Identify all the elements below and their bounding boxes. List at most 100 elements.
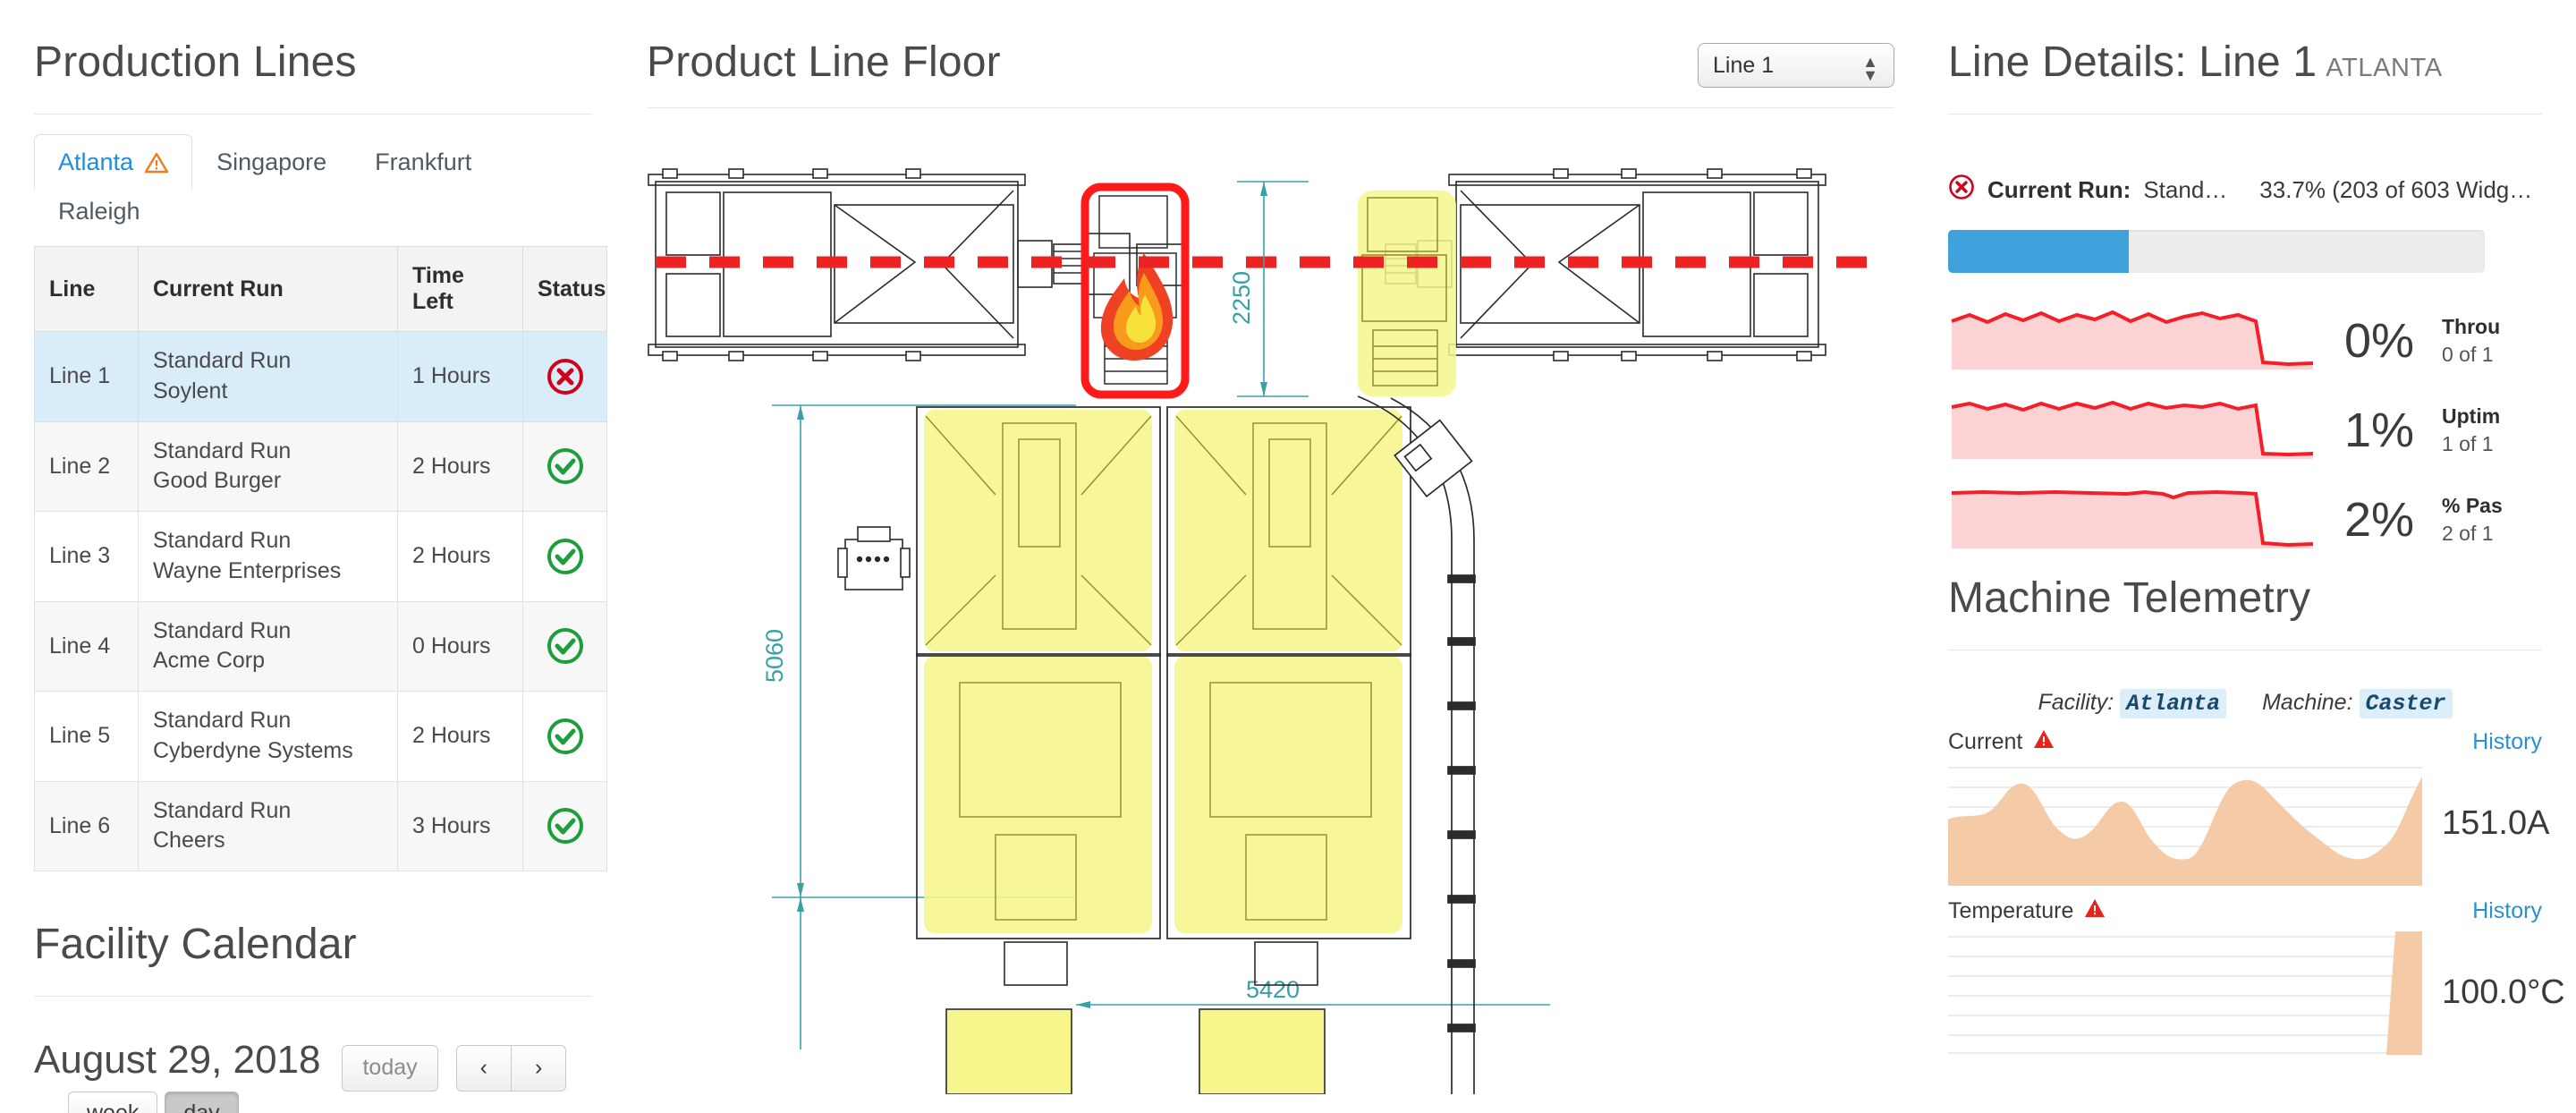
run-type: Standard Run bbox=[153, 528, 292, 554]
floor-title: Product Line Floor bbox=[647, 38, 1001, 86]
run-customer: Cheers bbox=[153, 828, 225, 854]
telemetry-temperature-label: Temperature bbox=[1948, 898, 2074, 924]
dimension-label-5420: 5420 bbox=[1246, 976, 1300, 1003]
current-run-progress-text: 33.7% (203 of 603 Widg… bbox=[2259, 176, 2533, 204]
run-type: Standard Run bbox=[153, 708, 292, 734]
kpi-uptime-title: Uptim bbox=[2442, 404, 2501, 429]
facility-tabs: Atlanta Singapore Frankfurt Raleigh bbox=[34, 134, 592, 239]
run-type: Standard Run bbox=[153, 617, 292, 643]
calendar-week-button[interactable]: week bbox=[68, 1092, 158, 1113]
kpi-pass-rate-percent: 2% bbox=[2343, 493, 2415, 548]
telemetry-facility-key: Facility: bbox=[2038, 690, 2114, 716]
cell-status bbox=[522, 511, 607, 602]
telemetry-current-label: Current bbox=[1948, 729, 2023, 755]
column-header-current-run: Current Run bbox=[138, 246, 398, 333]
column-header-time-left: Time Left bbox=[397, 246, 523, 333]
kpi-pass-rate-sub: 2 of 1 bbox=[2442, 522, 2494, 546]
kpi-uptime: 1% Uptim 1 of 1 bbox=[1948, 386, 2542, 475]
cell-time-left: 3 Hours bbox=[397, 780, 523, 872]
calendar-toolbar: August 29, 2018 week day today ‹ › bbox=[34, 1038, 592, 1113]
table-row[interactable]: Line 1 Standard Run Soylent 1 Hours bbox=[34, 331, 607, 422]
table-row[interactable]: Line 2 Standard Run Good Burger 2 Hours bbox=[34, 421, 607, 513]
tab-raleigh-label: Raleigh bbox=[58, 198, 140, 225]
telemetry-context: Facility: Atlanta Machine: Caster bbox=[1948, 689, 2542, 719]
dimension-5420 bbox=[1076, 1001, 1550, 1008]
cell-status bbox=[522, 421, 607, 513]
line-select[interactable]: Line 1 bbox=[1698, 43, 1894, 88]
page-title: Production Lines bbox=[34, 38, 357, 86]
cell-current-run: Standard Run Acme Corp bbox=[138, 600, 398, 692]
kpi-uptime-percent: 1% bbox=[2343, 404, 2415, 458]
line-details-title: Line Details: Line 1 ATLANTA bbox=[1948, 38, 2542, 87]
telemetry-current-reading: 151.0A bbox=[2442, 803, 2550, 842]
current-run-error-icon bbox=[1948, 174, 1975, 207]
table-row[interactable]: Line 6 Standard Run Cheers 3 Hours bbox=[34, 780, 607, 872]
throughput-sparkline bbox=[1948, 307, 2317, 375]
kpi-throughput-meta: Throu 0 of 1 bbox=[2442, 313, 2500, 369]
alert-triangle-icon bbox=[2033, 729, 2055, 755]
column-header-line: Line bbox=[34, 246, 139, 333]
pass-rate-sparkline bbox=[1948, 486, 2317, 554]
telemetry-current-history-link[interactable]: History bbox=[2472, 729, 2542, 755]
cell-time-left: 2 Hours bbox=[397, 511, 523, 602]
product-line-floor-panel: Product Line Floor Line 1 ▲ ▼ 2250 5060 … bbox=[626, 0, 1914, 1113]
machine-telemetry-title: Machine Telemetry bbox=[1948, 574, 2311, 623]
production-lines-table: Line Current Run Time Left Status Line 1… bbox=[34, 246, 607, 872]
cell-current-run: Standard Run Wayne Enterprises bbox=[138, 511, 398, 602]
status-ok-icon bbox=[546, 717, 585, 756]
calendar-prev-button[interactable]: ‹ bbox=[455, 1045, 512, 1092]
cell-line: Line 2 bbox=[34, 421, 139, 513]
line-select-wrapper: Line 1 ▲ ▼ bbox=[1698, 0, 1894, 88]
current-run-row: Current Run: Stand… 33.7% (203 of 603 Wi… bbox=[1948, 174, 2542, 207]
telemetry-temperature-name-group: Temperature bbox=[1948, 898, 2106, 924]
production-lines-panel: Production Lines Atlanta Singapore Frank… bbox=[0, 0, 626, 1113]
line-details-divider bbox=[1948, 114, 2542, 115]
cell-line: Line 1 bbox=[34, 331, 139, 422]
tab-singapore[interactable]: Singapore bbox=[192, 134, 351, 190]
telemetry-facility-value[interactable]: Atlanta bbox=[2120, 689, 2227, 719]
kpi-uptime-sub: 1 of 1 bbox=[2442, 432, 2494, 456]
status-ok-icon bbox=[546, 806, 585, 845]
table-row[interactable]: Line 3 Standard Run Wayne Enterprises 2 … bbox=[34, 511, 607, 602]
calendar-today-button[interactable]: today bbox=[342, 1045, 438, 1092]
telemetry-temperature-reading: 100.0°C bbox=[2442, 973, 2565, 1011]
floor-divider bbox=[647, 107, 1894, 108]
run-customer: Soylent bbox=[153, 378, 228, 404]
tab-atlanta[interactable]: Atlanta bbox=[34, 134, 193, 191]
telemetry-temperature-history-link[interactable]: History bbox=[2472, 898, 2542, 924]
kpi-throughput-title: Throu bbox=[2442, 315, 2501, 339]
line-details-panel: Line Details: Line 1 ATLANTA Current Run:… bbox=[1914, 0, 2576, 1113]
calendar-next-button[interactable]: › bbox=[510, 1045, 567, 1092]
cell-time-left: 1 Hours bbox=[397, 331, 523, 422]
tab-frankfurt[interactable]: Frankfurt bbox=[351, 134, 496, 190]
telemetry-current-chart: 151.0A bbox=[1948, 760, 2549, 887]
current-run-value: Stand… bbox=[2143, 176, 2228, 204]
calendar-prev-next-group: ‹ › bbox=[455, 1045, 567, 1092]
table-row[interactable]: Line 5 Standard Run Cyberdyne Systems 2 … bbox=[34, 691, 607, 782]
telemetry-machine-value[interactable]: Caster bbox=[2359, 689, 2453, 719]
dimension-label-5060: 5060 bbox=[761, 629, 788, 683]
floor-plan-diagram[interactable]: 2250 5060 5420 bbox=[647, 155, 1899, 1094]
telemetry-temperature-header: Temperature History bbox=[1948, 898, 2542, 924]
warning-triangle-icon bbox=[144, 152, 169, 174]
tab-frankfurt-label: Frankfurt bbox=[375, 149, 472, 176]
cell-current-run: Standard Run Good Burger bbox=[138, 421, 398, 513]
status-error-icon bbox=[546, 357, 585, 396]
cell-time-left: 0 Hours bbox=[397, 600, 523, 692]
cell-time-left: 2 Hours bbox=[397, 691, 523, 782]
calendar-day-button[interactable]: day bbox=[165, 1092, 239, 1113]
cell-line: Line 3 bbox=[34, 511, 139, 602]
table-row[interactable]: Line 4 Standard Run Acme Corp 0 Hours bbox=[34, 600, 607, 692]
telemetry-temperature-chart: 100.0°C bbox=[1948, 930, 2565, 1056]
calendar-divider bbox=[34, 996, 592, 998]
cell-status bbox=[522, 600, 607, 692]
cell-time-left: 2 Hours bbox=[397, 421, 523, 513]
status-ok-icon bbox=[546, 537, 585, 576]
kpi-throughput: 0% Throu 0 of 1 bbox=[1948, 296, 2542, 386]
run-customer: Wayne Enterprises bbox=[153, 557, 342, 583]
telemetry-current-header: Current History bbox=[1948, 729, 2542, 755]
progress-bar-fill bbox=[1948, 230, 2130, 274]
cell-status bbox=[522, 780, 607, 872]
tab-raleigh[interactable]: Raleigh bbox=[34, 190, 592, 239]
title-divider bbox=[34, 114, 592, 115]
